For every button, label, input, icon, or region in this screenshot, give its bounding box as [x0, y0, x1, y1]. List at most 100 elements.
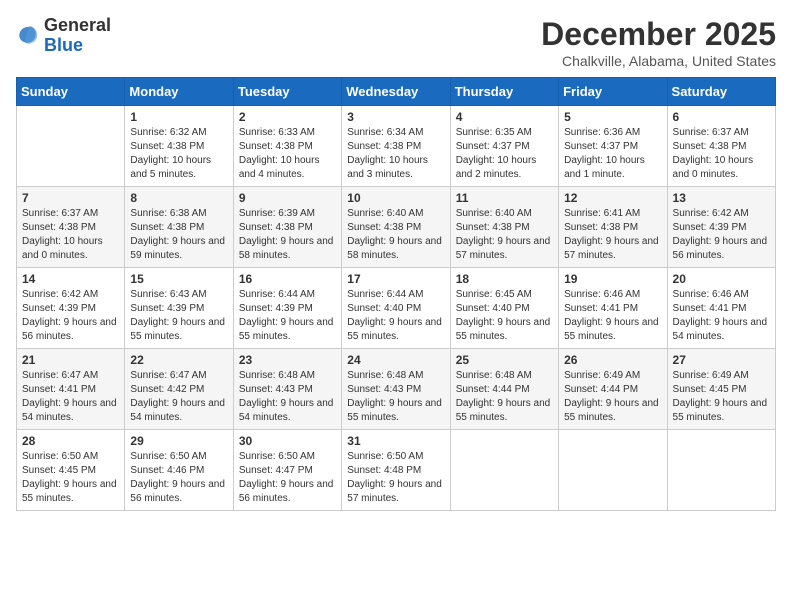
day-number: 25: [456, 353, 553, 367]
sunset-text: Sunset: 4:41 PM: [22, 384, 96, 395]
daylight-text: Daylight: 10 hours and 5 minutes.: [130, 155, 211, 180]
day-info: Sunrise: 6:49 AM Sunset: 4:45 PM Dayligh…: [673, 369, 770, 425]
logo-blue: Blue: [44, 35, 83, 55]
daylight-text: Daylight: 9 hours and 55 minutes.: [130, 317, 225, 342]
daylight-text: Daylight: 9 hours and 54 minutes.: [130, 398, 225, 423]
calendar-cell: 5 Sunrise: 6:36 AM Sunset: 4:37 PM Dayli…: [559, 106, 667, 187]
day-info: Sunrise: 6:40 AM Sunset: 4:38 PM Dayligh…: [456, 207, 553, 263]
calendar-cell: 9 Sunrise: 6:39 AM Sunset: 4:38 PM Dayli…: [233, 187, 341, 268]
day-info: Sunrise: 6:34 AM Sunset: 4:38 PM Dayligh…: [347, 126, 444, 182]
calendar-cell: 11 Sunrise: 6:40 AM Sunset: 4:38 PM Dayl…: [450, 187, 558, 268]
calendar-header-row: SundayMondayTuesdayWednesdayThursdayFrid…: [17, 78, 776, 106]
sunrise-text: Sunrise: 6:44 AM: [239, 289, 315, 300]
calendar-cell: 3 Sunrise: 6:34 AM Sunset: 4:38 PM Dayli…: [342, 106, 450, 187]
sunrise-text: Sunrise: 6:46 AM: [564, 289, 640, 300]
logo-icon: [16, 24, 40, 48]
sunset-text: Sunset: 4:45 PM: [673, 384, 747, 395]
sunset-text: Sunset: 4:38 PM: [130, 141, 204, 152]
calendar-week-row: 28 Sunrise: 6:50 AM Sunset: 4:45 PM Dayl…: [17, 430, 776, 511]
sunset-text: Sunset: 4:38 PM: [673, 141, 747, 152]
calendar-week-row: 1 Sunrise: 6:32 AM Sunset: 4:38 PM Dayli…: [17, 106, 776, 187]
day-number: 28: [22, 434, 119, 448]
weekday-header-saturday: Saturday: [667, 78, 775, 106]
sunrise-text: Sunrise: 6:44 AM: [347, 289, 423, 300]
weekday-header-thursday: Thursday: [450, 78, 558, 106]
calendar-cell: [667, 430, 775, 511]
day-number: 4: [456, 110, 553, 124]
day-number: 5: [564, 110, 661, 124]
sunrise-text: Sunrise: 6:34 AM: [347, 127, 423, 138]
day-info: Sunrise: 6:41 AM Sunset: 4:38 PM Dayligh…: [564, 207, 661, 263]
sunrise-text: Sunrise: 6:36 AM: [564, 127, 640, 138]
weekday-header-friday: Friday: [559, 78, 667, 106]
sunrise-text: Sunrise: 6:40 AM: [347, 208, 423, 219]
daylight-text: Daylight: 9 hours and 55 minutes.: [347, 398, 442, 423]
sunset-text: Sunset: 4:39 PM: [673, 222, 747, 233]
day-info: Sunrise: 6:42 AM Sunset: 4:39 PM Dayligh…: [673, 207, 770, 263]
month-title: December 2025: [541, 16, 776, 53]
day-info: Sunrise: 6:46 AM Sunset: 4:41 PM Dayligh…: [564, 288, 661, 344]
sunset-text: Sunset: 4:40 PM: [347, 303, 421, 314]
daylight-text: Daylight: 10 hours and 4 minutes.: [239, 155, 320, 180]
day-number: 8: [130, 191, 227, 205]
day-info: Sunrise: 6:47 AM Sunset: 4:41 PM Dayligh…: [22, 369, 119, 425]
sunset-text: Sunset: 4:45 PM: [22, 465, 96, 476]
daylight-text: Daylight: 9 hours and 55 minutes.: [456, 398, 551, 423]
day-info: Sunrise: 6:49 AM Sunset: 4:44 PM Dayligh…: [564, 369, 661, 425]
calendar-cell: 4 Sunrise: 6:35 AM Sunset: 4:37 PM Dayli…: [450, 106, 558, 187]
day-number: 27: [673, 353, 770, 367]
sunset-text: Sunset: 4:38 PM: [239, 222, 313, 233]
calendar-cell: 25 Sunrise: 6:48 AM Sunset: 4:44 PM Dayl…: [450, 349, 558, 430]
day-number: 14: [22, 272, 119, 286]
calendar-cell: 21 Sunrise: 6:47 AM Sunset: 4:41 PM Dayl…: [17, 349, 125, 430]
day-number: 2: [239, 110, 336, 124]
day-info: Sunrise: 6:50 AM Sunset: 4:48 PM Dayligh…: [347, 450, 444, 506]
weekday-header-sunday: Sunday: [17, 78, 125, 106]
sunset-text: Sunset: 4:38 PM: [456, 222, 530, 233]
sunrise-text: Sunrise: 6:35 AM: [456, 127, 532, 138]
day-number: 9: [239, 191, 336, 205]
day-info: Sunrise: 6:50 AM Sunset: 4:46 PM Dayligh…: [130, 450, 227, 506]
sunset-text: Sunset: 4:38 PM: [347, 222, 421, 233]
sunset-text: Sunset: 4:39 PM: [22, 303, 96, 314]
daylight-text: Daylight: 10 hours and 0 minutes.: [22, 236, 103, 261]
calendar-cell: 17 Sunrise: 6:44 AM Sunset: 4:40 PM Dayl…: [342, 268, 450, 349]
daylight-text: Daylight: 9 hours and 56 minutes.: [22, 317, 117, 342]
sunrise-text: Sunrise: 6:50 AM: [130, 451, 206, 462]
day-info: Sunrise: 6:47 AM Sunset: 4:42 PM Dayligh…: [130, 369, 227, 425]
day-number: 1: [130, 110, 227, 124]
daylight-text: Daylight: 9 hours and 54 minutes.: [673, 317, 768, 342]
calendar-cell: 13 Sunrise: 6:42 AM Sunset: 4:39 PM Dayl…: [667, 187, 775, 268]
day-info: Sunrise: 6:46 AM Sunset: 4:41 PM Dayligh…: [673, 288, 770, 344]
sunset-text: Sunset: 4:38 PM: [347, 141, 421, 152]
day-info: Sunrise: 6:50 AM Sunset: 4:47 PM Dayligh…: [239, 450, 336, 506]
calendar-cell: 16 Sunrise: 6:44 AM Sunset: 4:39 PM Dayl…: [233, 268, 341, 349]
day-number: 24: [347, 353, 444, 367]
sunrise-text: Sunrise: 6:32 AM: [130, 127, 206, 138]
sunrise-text: Sunrise: 6:45 AM: [456, 289, 532, 300]
sunrise-text: Sunrise: 6:41 AM: [564, 208, 640, 219]
day-info: Sunrise: 6:39 AM Sunset: 4:38 PM Dayligh…: [239, 207, 336, 263]
calendar-cell: 29 Sunrise: 6:50 AM Sunset: 4:46 PM Dayl…: [125, 430, 233, 511]
daylight-text: Daylight: 9 hours and 55 minutes.: [347, 317, 442, 342]
day-info: Sunrise: 6:48 AM Sunset: 4:44 PM Dayligh…: [456, 369, 553, 425]
sunrise-text: Sunrise: 6:42 AM: [22, 289, 98, 300]
day-number: 10: [347, 191, 444, 205]
location-title: Chalkville, Alabama, United States: [541, 53, 776, 69]
calendar-cell: 24 Sunrise: 6:48 AM Sunset: 4:43 PM Dayl…: [342, 349, 450, 430]
day-number: 12: [564, 191, 661, 205]
day-number: 21: [22, 353, 119, 367]
daylight-text: Daylight: 9 hours and 55 minutes.: [22, 479, 117, 504]
daylight-text: Daylight: 9 hours and 54 minutes.: [22, 398, 117, 423]
sunrise-text: Sunrise: 6:39 AM: [239, 208, 315, 219]
day-info: Sunrise: 6:45 AM Sunset: 4:40 PM Dayligh…: [456, 288, 553, 344]
daylight-text: Daylight: 10 hours and 2 minutes.: [456, 155, 537, 180]
day-info: Sunrise: 6:40 AM Sunset: 4:38 PM Dayligh…: [347, 207, 444, 263]
sunset-text: Sunset: 4:39 PM: [130, 303, 204, 314]
sunrise-text: Sunrise: 6:42 AM: [673, 208, 749, 219]
calendar-cell: 27 Sunrise: 6:49 AM Sunset: 4:45 PM Dayl…: [667, 349, 775, 430]
day-info: Sunrise: 6:48 AM Sunset: 4:43 PM Dayligh…: [239, 369, 336, 425]
sunset-text: Sunset: 4:46 PM: [130, 465, 204, 476]
sunrise-text: Sunrise: 6:47 AM: [22, 370, 98, 381]
weekday-header-tuesday: Tuesday: [233, 78, 341, 106]
